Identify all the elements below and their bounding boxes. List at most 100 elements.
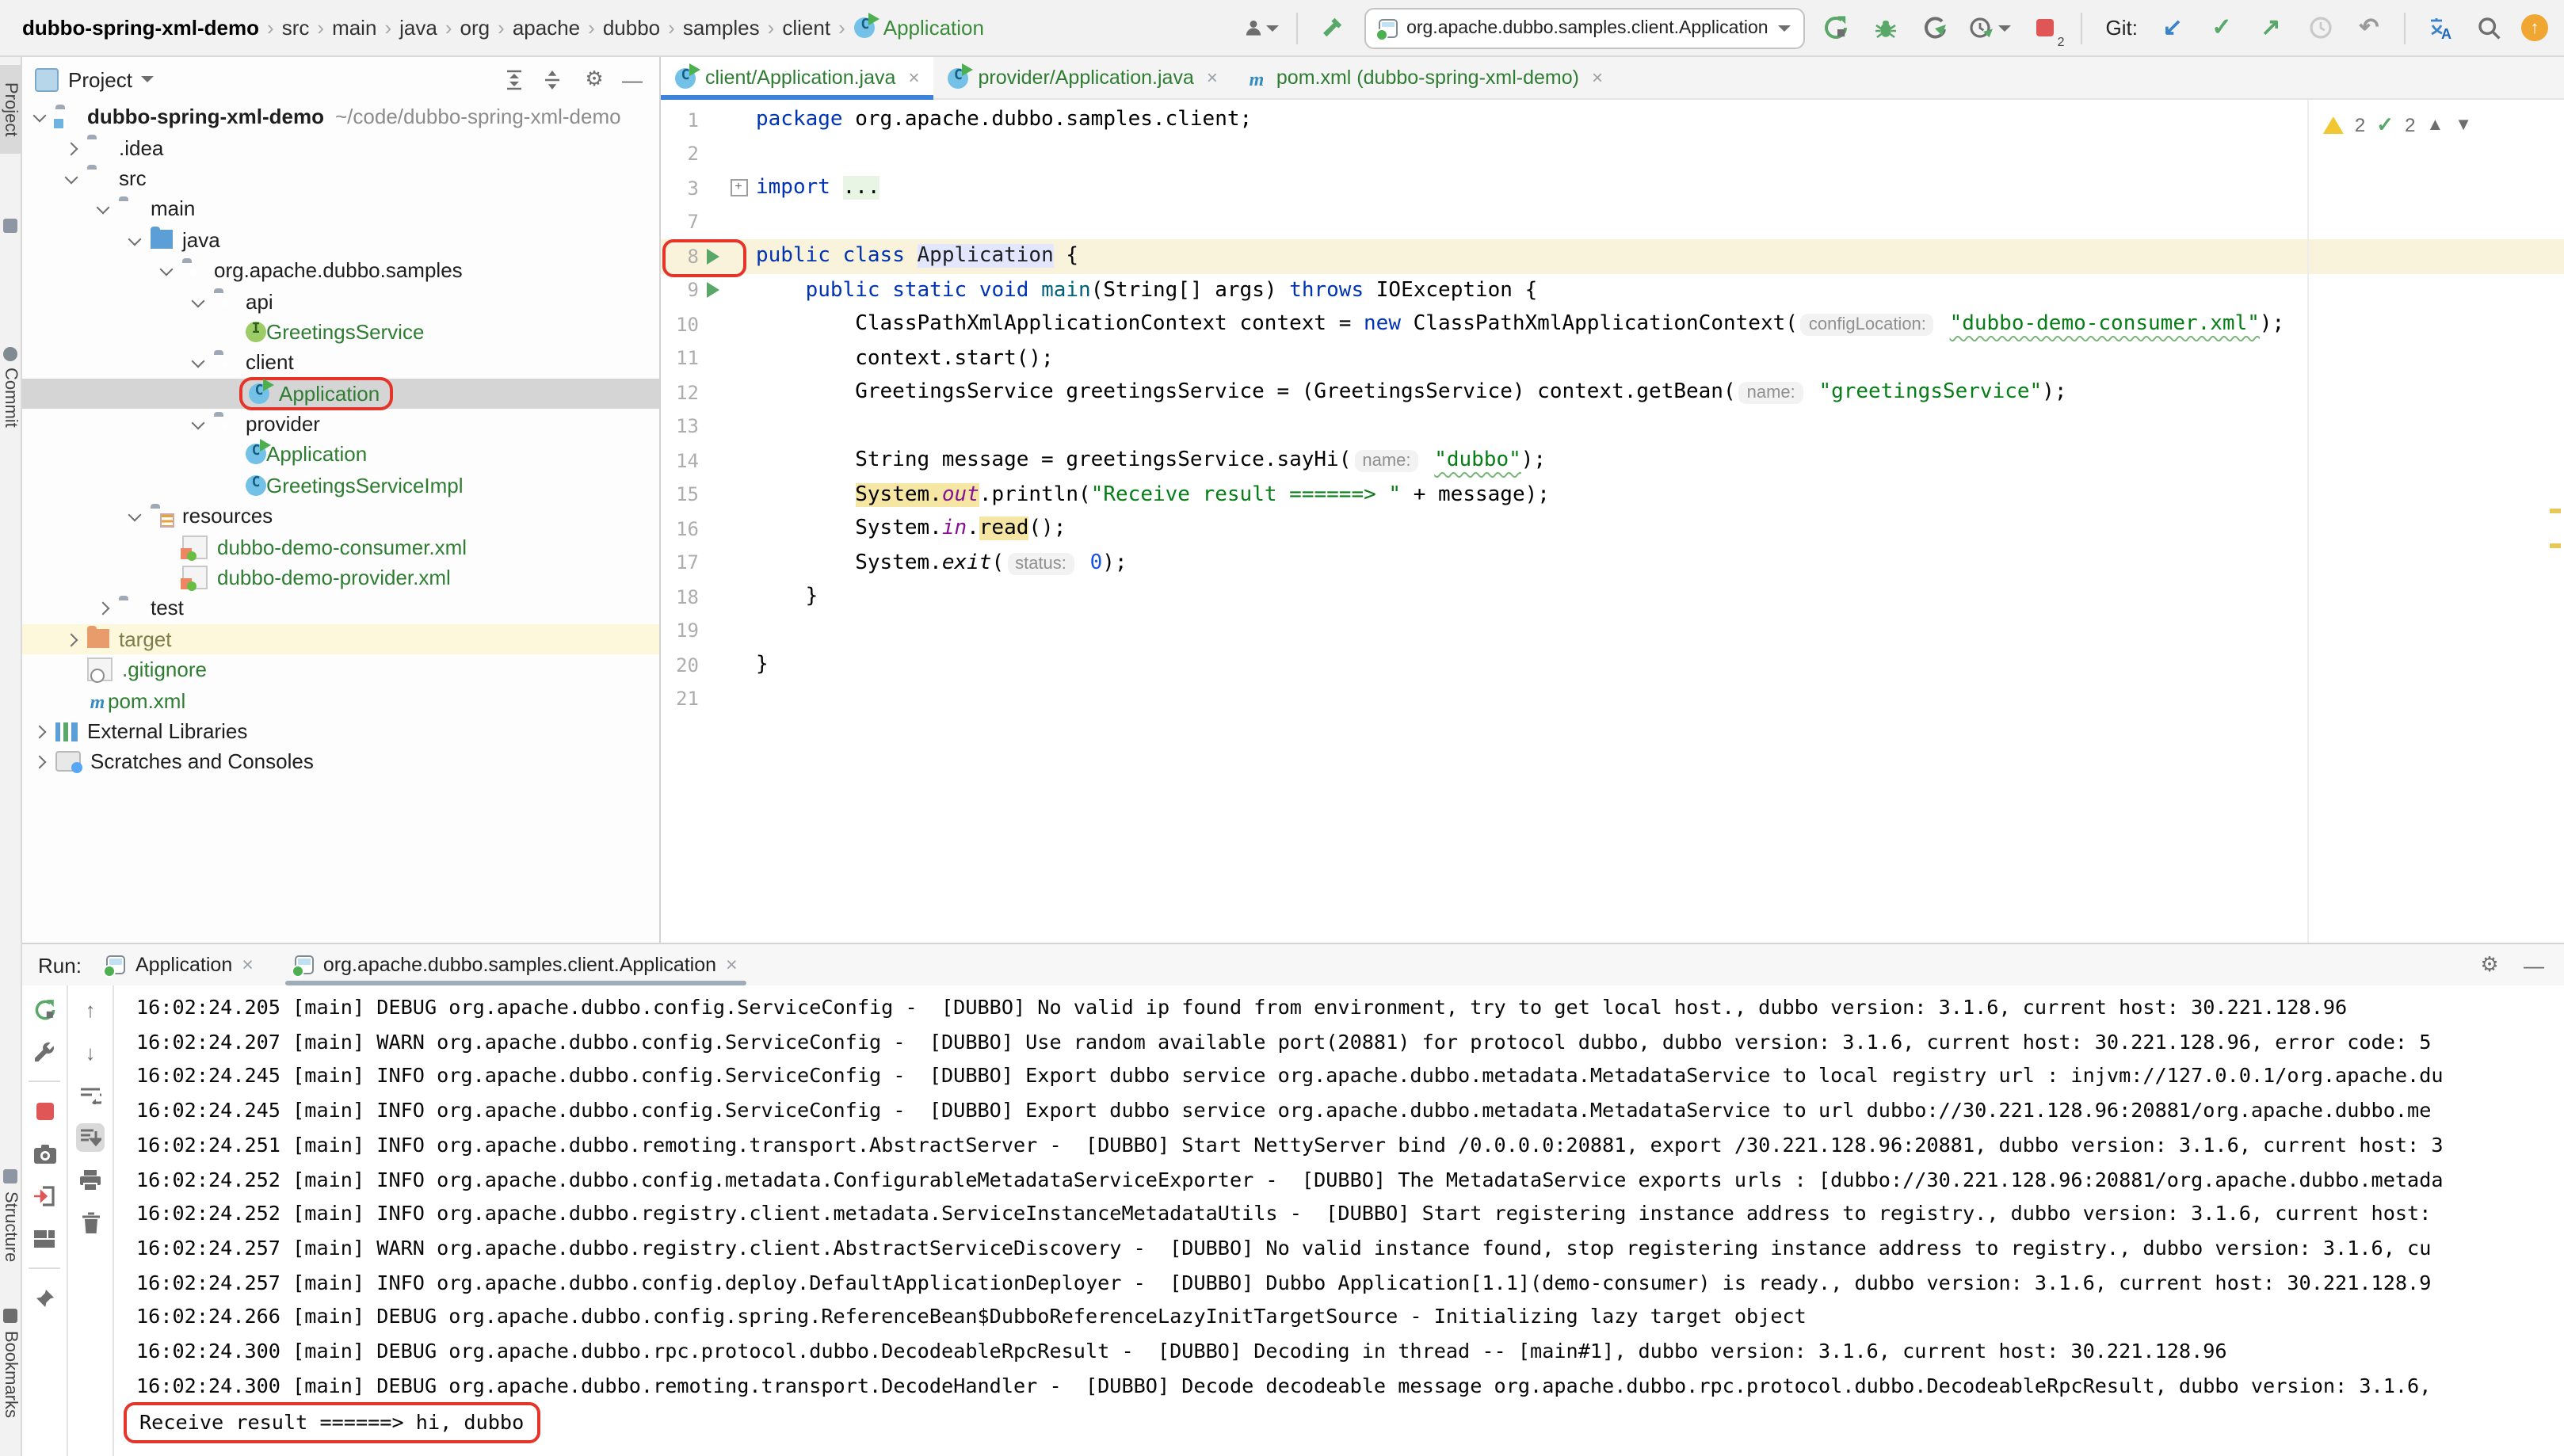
chevron-down-icon[interactable] xyxy=(193,418,204,429)
tree-row[interactable]: GreetingsServiceImpl xyxy=(22,470,659,501)
scroll-to-end-icon[interactable] xyxy=(76,1123,105,1152)
prev-problem-icon[interactable]: ▲ xyxy=(2426,116,2444,135)
update-available-icon[interactable]: ↑ xyxy=(2521,14,2548,41)
rerun-button[interactable] xyxy=(30,995,59,1023)
hide-panel-icon[interactable]: — xyxy=(2520,953,2548,977)
chevron-down-icon[interactable] xyxy=(162,265,173,276)
editor-tab[interactable]: client/Application.java × xyxy=(661,57,934,100)
tree-row[interactable]: Scratches and Consoles xyxy=(22,746,659,777)
code-line[interactable]: 1 package org.apache.dubbo.samples.client… xyxy=(661,103,2564,137)
code-line[interactable]: 12 GreetingsService greetingsService = (… xyxy=(661,375,2564,410)
code-line[interactable]: 11 context.start(); xyxy=(661,341,2564,375)
tree-row[interactable]: Application xyxy=(22,376,659,410)
chevron-right-icon[interactable] xyxy=(67,634,78,645)
tree-row[interactable]: dubbo-spring-xml-demo ~/code/dubbo-spring… xyxy=(22,101,659,132)
run-line-icon[interactable] xyxy=(707,282,719,299)
code-line[interactable]: 3 + import ... xyxy=(661,171,2564,205)
tree-row[interactable]: api xyxy=(22,286,659,317)
close-icon[interactable]: × xyxy=(908,67,919,89)
code-line[interactable]: 17 System.exit(status: 0); xyxy=(661,546,2564,580)
pin-tab-icon[interactable] xyxy=(30,1283,59,1312)
tree-row[interactable]: .idea xyxy=(22,132,659,163)
breadcrumb-item[interactable]: dubbo-spring-xml-demo xyxy=(19,16,262,40)
print-icon[interactable] xyxy=(76,1166,105,1195)
chevron-down-icon[interactable] xyxy=(98,204,109,215)
chevron-right-icon[interactable] xyxy=(67,142,78,153)
soft-wrap-icon[interactable] xyxy=(76,1081,105,1109)
project-panel-title[interactable]: Project xyxy=(68,67,132,91)
exit-button[interactable] xyxy=(30,1182,59,1210)
tree-row[interactable]: main xyxy=(22,193,659,224)
scroll-up-icon[interactable]: ↑ xyxy=(76,995,105,1023)
breadcrumb-item[interactable]: dubbo xyxy=(600,16,663,40)
layout-settings-icon[interactable] xyxy=(30,1225,59,1253)
tree-row[interactable]: org.apache.dubbo.samples xyxy=(22,255,659,286)
code-line[interactable]: 9 public static void main(String[] args)… xyxy=(661,273,2564,307)
tree-row[interactable]: .gitignore xyxy=(22,654,659,685)
run-button[interactable] xyxy=(1819,10,1854,45)
tree-row[interactable]: GreetingsService xyxy=(22,316,659,347)
git-rollback-button[interactable]: ↶ xyxy=(2352,10,2387,45)
hide-panel-icon[interactable]: — xyxy=(618,67,647,91)
tree-row[interactable]: test xyxy=(22,593,659,624)
breadcrumb-item[interactable]: java xyxy=(396,16,441,40)
run-config-select[interactable]: org.apache.dubbo.samples.client.Applicat… xyxy=(1364,7,1805,48)
code-line[interactable]: 21 xyxy=(661,682,2564,716)
tree-row[interactable]: pom.xml xyxy=(22,685,659,716)
settings-gear-icon[interactable]: ⚙ xyxy=(2475,952,2504,978)
rail-tab-project[interactable]: Project xyxy=(0,65,21,154)
breadcrumb-item[interactable]: main xyxy=(329,16,380,40)
stop-button[interactable] xyxy=(30,1096,59,1125)
code-line[interactable]: 14 String message = greetingsService.say… xyxy=(661,444,2564,478)
tree-row[interactable]: java xyxy=(22,224,659,255)
code-line[interactable]: 10 ClassPathXmlApplicationContext contex… xyxy=(661,307,2564,341)
chevron-right-icon[interactable] xyxy=(35,757,46,768)
inspections-widget[interactable]: 2 ✓ 2 ▲ ▼ xyxy=(2322,112,2472,138)
chevron-down-icon[interactable] xyxy=(67,173,78,184)
search-icon[interactable] xyxy=(2472,10,2507,45)
breadcrumb-item[interactable]: samples xyxy=(680,16,763,40)
profiler-button[interactable] xyxy=(1967,10,2014,45)
close-icon[interactable]: × xyxy=(726,954,738,976)
modify-run-config-icon[interactable] xyxy=(30,1038,59,1066)
tree-row[interactable]: dubbo-demo-consumer.xml xyxy=(22,532,659,562)
chevron-down-icon[interactable] xyxy=(35,111,46,122)
user-avatar-icon[interactable] xyxy=(1243,10,1279,45)
rail-tab-commit[interactable]: Commit xyxy=(0,368,21,459)
scroll-down-icon[interactable]: ↓ xyxy=(76,1038,105,1066)
editor-tab[interactable]: pom.xml (dubbo-spring-xml-demo) × xyxy=(1232,57,1617,98)
tree-row[interactable]: dubbo-demo-provider.xml xyxy=(22,562,659,593)
coverage-button[interactable] xyxy=(1917,10,1952,45)
tree-row[interactable]: provider xyxy=(22,409,659,440)
rail-tab-bookmarks[interactable]: Bookmarks xyxy=(0,1331,21,1445)
tree-row[interactable]: Application xyxy=(22,439,659,471)
tree-row[interactable]: src xyxy=(22,163,659,194)
run-tab[interactable]: Application × xyxy=(97,944,263,985)
breadcrumb-item[interactable]: org xyxy=(457,16,494,40)
breadcrumb-item[interactable]: apache xyxy=(509,16,583,40)
tree-row[interactable]: External Libraries xyxy=(22,716,659,747)
expand-all-icon[interactable] xyxy=(504,69,532,90)
clear-all-trash-icon[interactable] xyxy=(76,1209,105,1237)
chevron-down-icon[interactable] xyxy=(193,357,204,368)
chevron-down-icon[interactable] xyxy=(141,76,155,82)
code-viewport[interactable]: 1 package org.apache.dubbo.samples.client… xyxy=(661,100,2564,944)
code-line[interactable]: 13 xyxy=(661,410,2564,444)
close-icon[interactable]: × xyxy=(1207,67,1218,89)
git-update-button[interactable]: ↙ xyxy=(2155,10,2190,45)
chevron-right-icon[interactable] xyxy=(35,726,46,737)
collapse-all-icon[interactable] xyxy=(542,69,570,90)
next-problem-icon[interactable]: ▼ xyxy=(2455,116,2472,135)
code-line[interactable]: 18 } xyxy=(661,580,2564,614)
tree-row[interactable]: resources xyxy=(22,501,659,532)
git-push-button[interactable]: ↗ xyxy=(2253,10,2288,45)
tree-row[interactable]: client xyxy=(22,347,659,378)
run-tab[interactable]: org.apache.dubbo.samples.client.Applicat… xyxy=(284,944,748,985)
translate-icon[interactable]: A xyxy=(2423,10,2458,45)
rail-tab-structure[interactable]: Structure xyxy=(0,1191,21,1290)
git-commit-button[interactable]: ✓ xyxy=(2204,10,2239,45)
chevron-down-icon[interactable] xyxy=(193,295,204,307)
close-icon[interactable]: × xyxy=(242,954,254,976)
code-line[interactable]: 8 public class Application { xyxy=(661,239,2564,277)
thread-dump-camera-icon[interactable] xyxy=(30,1139,59,1168)
